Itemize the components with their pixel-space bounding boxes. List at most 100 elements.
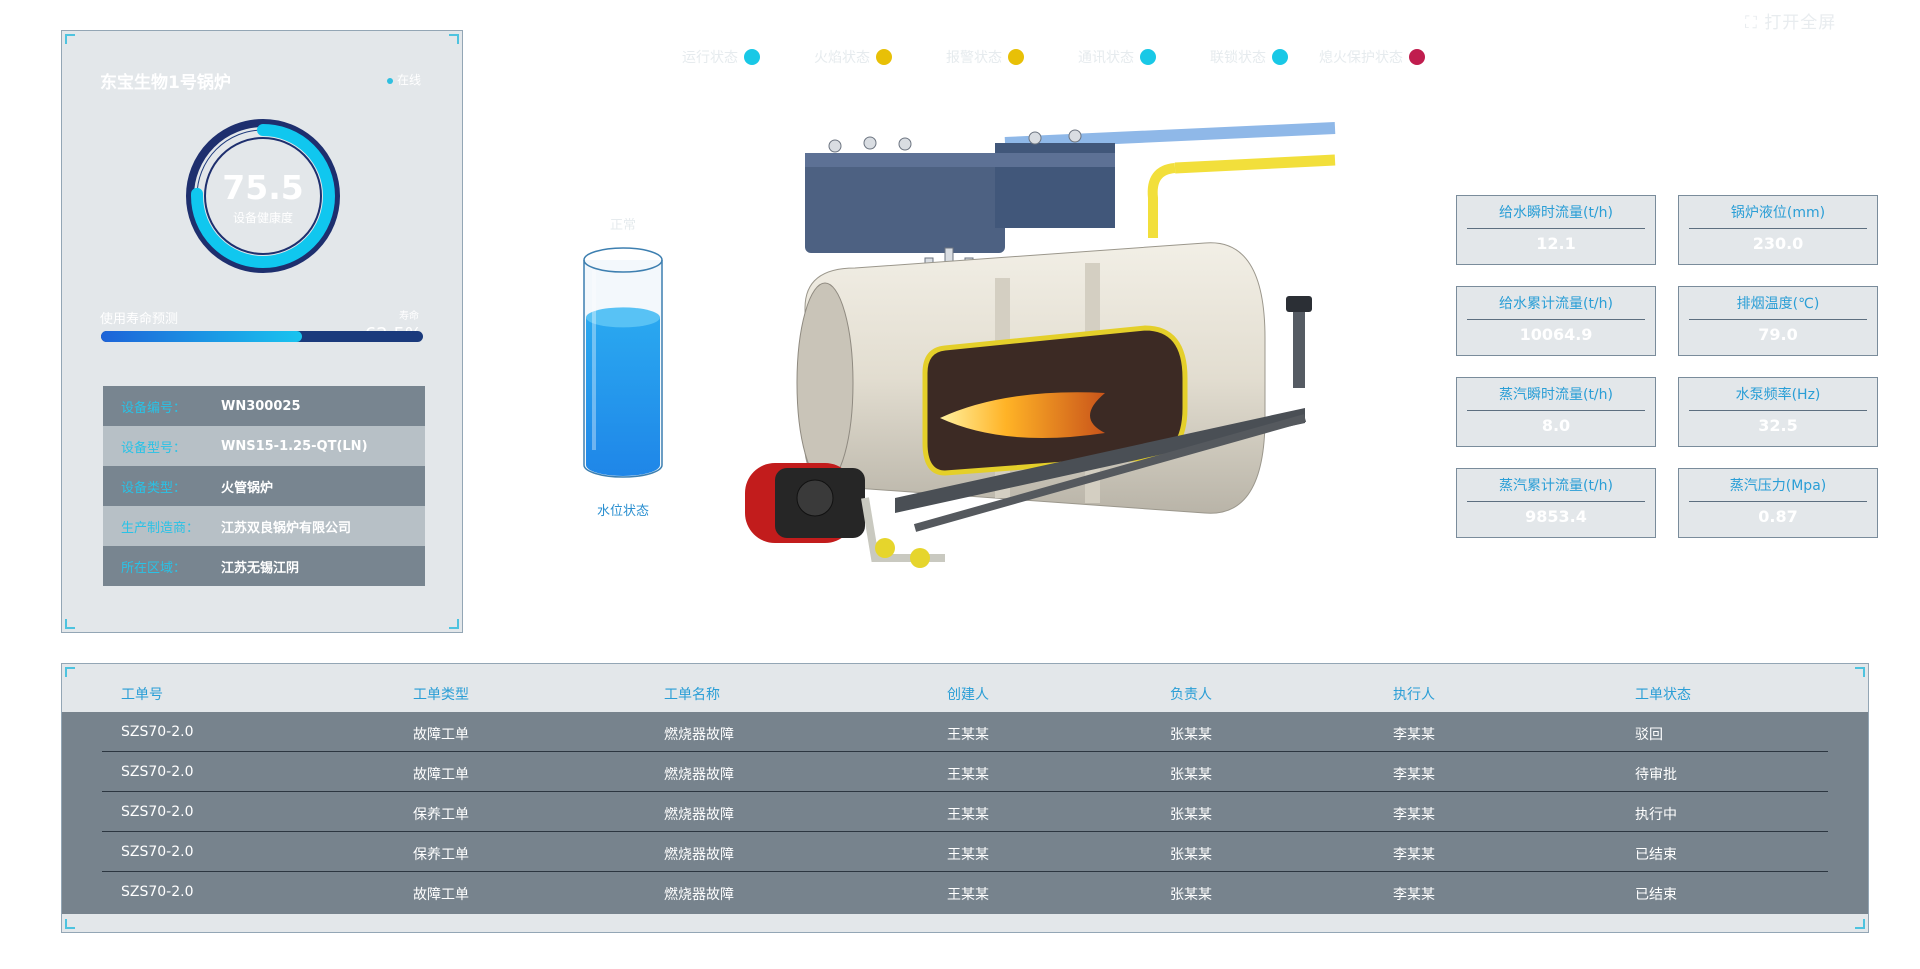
life-prediction-label: 使用寿命预测	[100, 312, 179, 327]
cell-status: 驳回	[1635, 727, 1663, 743]
cell-order-type: 故障工单	[413, 727, 469, 743]
metric-label: 排烟温度(℃)	[1736, 296, 1820, 312]
table-row[interactable]: SZS70-2.0 保养工单 燃烧器故障 王某某 张某某 李某某 执行中	[62, 792, 1868, 832]
info-row: 生产制造商： 江苏双良锅炉有限公司	[103, 506, 425, 546]
status-indicator: 熄火保护状态	[650, 47, 1425, 67]
metric-value: 79.0	[1758, 325, 1798, 344]
metric-value: 32.5	[1758, 416, 1798, 435]
tank-highlight	[592, 270, 596, 450]
column-header: 创建人	[947, 687, 989, 703]
corner-decoration	[65, 619, 75, 629]
cell-order-type: 保养工单	[413, 847, 469, 863]
cell-order-name: 燃烧器故障	[664, 767, 734, 783]
water-level-caption: 水位状态	[596, 504, 649, 519]
info-key: 设备型号：	[121, 440, 187, 456]
table-row[interactable]: SZS70-2.0 故障工单 燃烧器故障 王某某 张某某 李某某 已结束	[62, 872, 1868, 912]
cell-creator: 王某某	[947, 887, 989, 903]
cell-order-name: 燃烧器故障	[664, 727, 734, 743]
metric-value: 10064.9	[1519, 325, 1593, 344]
info-row: 设备编号： WN300025	[103, 386, 425, 426]
cell-owner: 张某某	[1170, 887, 1212, 903]
cell-order-name: 燃烧器故障	[664, 887, 734, 903]
tank-water-surface	[586, 307, 660, 328]
metric-label: 给水累计流量(t/h)	[1498, 296, 1613, 312]
corner-decoration	[65, 919, 75, 929]
steam-pipe	[1004, 122, 1336, 149]
metric-divider	[1467, 319, 1645, 320]
column-header: 工单号	[121, 687, 163, 703]
cell-executor: 李某某	[1393, 847, 1435, 863]
boiler-front-plate	[796, 282, 854, 484]
online-badge: 在线	[387, 71, 421, 88]
cell-executor: 李某某	[1393, 727, 1435, 743]
fullscreen-button[interactable]: ⛶ 打开全屏	[1745, 8, 1836, 33]
cell-executor: 李某某	[1393, 807, 1435, 823]
water-pump-motor	[1286, 296, 1312, 312]
table-row[interactable]: SZS70-2.0 故障工单 燃烧器故障 王某某 张某某 李某某 驳回	[62, 712, 1868, 752]
metric-label: 锅炉液位(mm)	[1730, 205, 1826, 221]
table-row[interactable]: SZS70-2.0 保养工单 燃烧器故障 王某某 张某某 李某某 已结束	[62, 832, 1868, 872]
boiler-illustration	[745, 122, 1336, 568]
cell-order-id: SZS70-2.0	[121, 724, 194, 740]
metric-divider	[1467, 501, 1645, 502]
table-header: 工单号 工单类型 工单名称 创建人 负责人 执行人 工单状态	[62, 674, 1868, 710]
cell-creator: 王某某	[947, 727, 989, 743]
cell-creator: 王某某	[947, 767, 989, 783]
gas-valve	[875, 538, 895, 558]
info-value: WNS15-1.25-QT(LN)	[221, 438, 368, 454]
metric-divider	[1467, 410, 1645, 411]
table-body: SZS70-2.0 故障工单 燃烧器故障 王某某 张某某 李某某 驳回 SZS7…	[62, 712, 1868, 914]
metric-divider	[1689, 319, 1867, 320]
gas-valve	[910, 548, 930, 568]
cell-order-id: SZS70-2.0	[121, 884, 194, 900]
cell-executor: 李某某	[1393, 887, 1435, 903]
health-value: 75.5	[222, 168, 304, 207]
life-progress-fill	[101, 331, 303, 342]
corner-decoration	[449, 34, 459, 44]
column-header: 工单类型	[413, 687, 469, 703]
info-key: 所在区域：	[121, 560, 187, 576]
corner-decoration	[1855, 919, 1865, 929]
cell-order-type: 保养工单	[413, 807, 469, 823]
cell-owner: 张某某	[1170, 727, 1212, 743]
metric-card: 蒸汽瞬时流量(t/h) 8.0	[1456, 377, 1656, 447]
metric-value: 230.0	[1752, 234, 1804, 253]
metric-card: 锅炉液位(mm) 230.0	[1678, 195, 1878, 265]
work-order-table: 工单号 工单类型 工单名称 创建人 负责人 执行人 工单状态 SZS70-2.0…	[61, 663, 1869, 933]
cell-order-id: SZS70-2.0	[121, 844, 194, 860]
info-value: 江苏双良锅炉有限公司	[221, 520, 352, 536]
device-info-table: 设备编号： WN300025 设备型号： WNS15-1.25-QT(LN) 设备类…	[103, 386, 425, 586]
online-dot-icon	[387, 77, 393, 84]
metric-value: 9853.4	[1525, 507, 1587, 526]
metric-card: 排烟温度(℃) 79.0	[1678, 286, 1878, 356]
cell-status: 执行中	[1635, 807, 1677, 823]
control-box-left	[805, 153, 1005, 253]
cell-order-name: 燃烧器故障	[664, 847, 734, 863]
cell-owner: 张某某	[1170, 767, 1212, 783]
status-label: 熄火保护状态	[1319, 50, 1403, 66]
burner-fan	[796, 479, 834, 517]
info-row: 设备型号： WNS15-1.25-QT(LN)	[103, 426, 425, 466]
device-info-panel: 东宝生物1号锅炉 在线 75.5 设备健康度 使用寿命预测 寿命62.5% 设备…	[61, 30, 463, 633]
metric-divider	[1689, 410, 1867, 411]
metric-value: 8.0	[1541, 416, 1571, 435]
table-row[interactable]: SZS70-2.0 故障工单 燃烧器故障 王某某 张某某 李某某 待审批	[62, 752, 1868, 792]
gas-pipe	[1174, 154, 1336, 174]
info-row: 设备类型： 火管锅炉	[103, 466, 425, 506]
info-key: 生产制造商：	[121, 520, 200, 536]
metric-card: 给水瞬时流量(t/h) 12.1	[1456, 195, 1656, 265]
cell-creator: 王某某	[947, 807, 989, 823]
gas-pipe-bend	[1147, 163, 1176, 238]
info-value: 火管锅炉	[221, 480, 274, 496]
metric-label: 蒸汽压力(Mpa)	[1729, 478, 1827, 494]
metric-label: 蒸汽瞬时流量(t/h)	[1498, 387, 1613, 403]
info-value: WN300025	[221, 398, 301, 414]
cell-order-id: SZS70-2.0	[121, 804, 194, 820]
status-dot	[1409, 49, 1425, 65]
column-header: 执行人	[1393, 687, 1435, 703]
fullscreen-icon: ⛶	[1745, 13, 1758, 33]
column-header: 工单名称	[664, 687, 720, 703]
cell-status: 已结束	[1635, 847, 1677, 863]
info-row: 所在区域： 江苏无锡江阴	[103, 546, 425, 586]
water-level-state: 正常	[609, 218, 636, 233]
